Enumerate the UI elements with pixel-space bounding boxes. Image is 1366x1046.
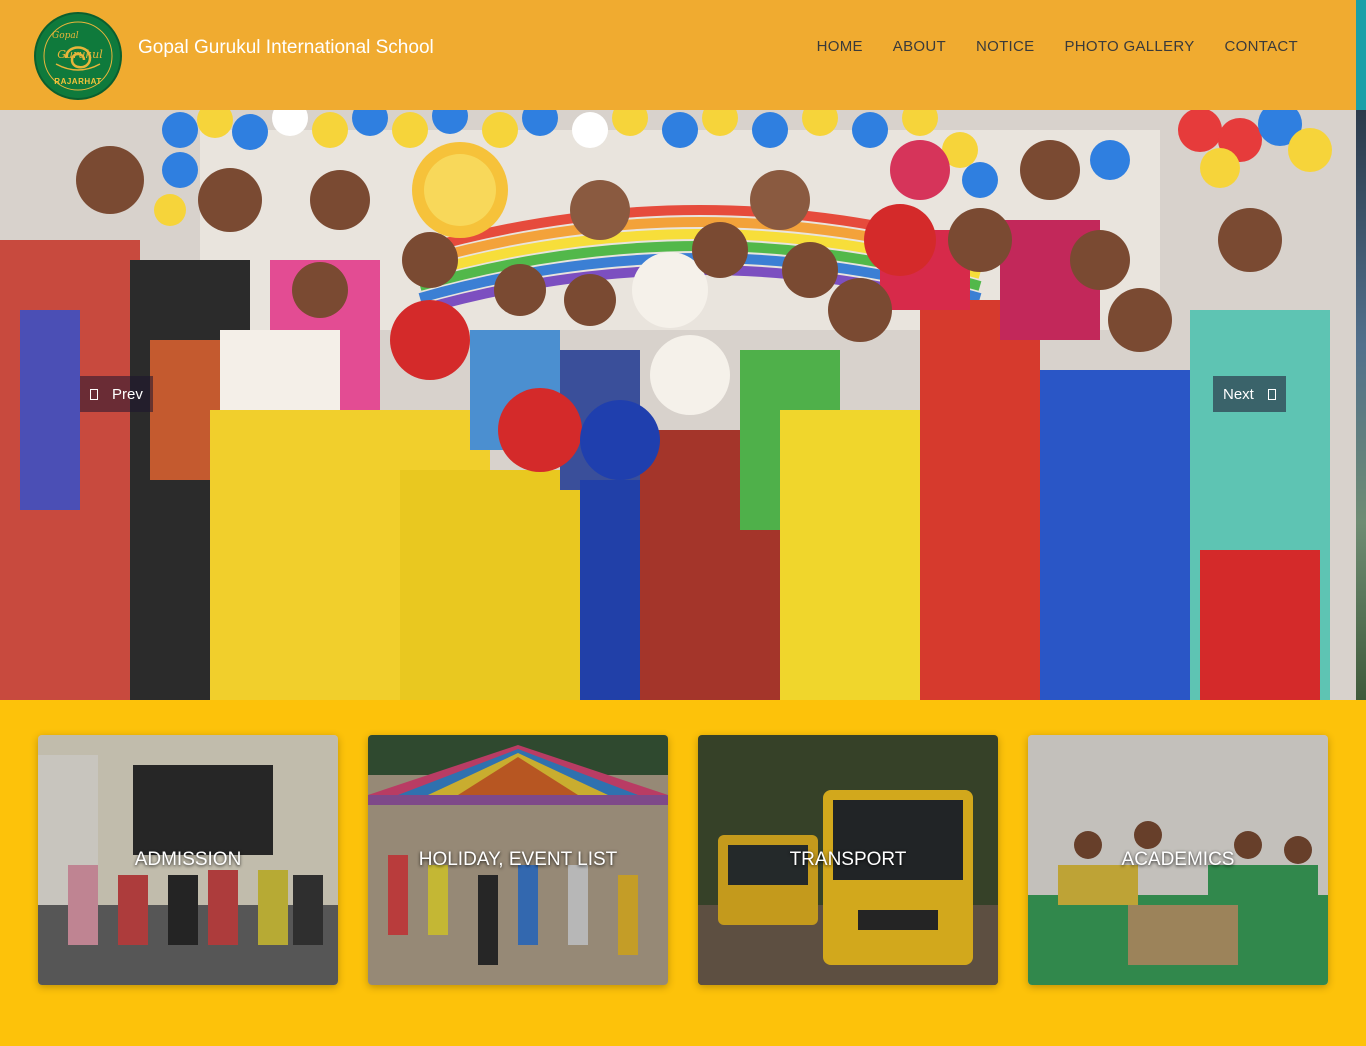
card-holiday-label: HOLIDAY, EVENT LIST [418,849,618,870]
chevron-right-icon [1267,388,1276,400]
feature-cards: ADMISSION HOLIDAY, EVENT LIST TRANSPORT … [38,735,1328,985]
hero-next-slide-preview [1356,110,1366,700]
site-header: Gopal Gurukul RAJARHAT Gopal Gurukul Int… [0,0,1366,110]
slider-next-button[interactable]: Next [1213,376,1286,412]
nav-item-about[interactable]: ABOUT [893,38,946,55]
logo-text-main: Gurukul [57,48,103,61]
card-academics[interactable]: ACADEMICS [1028,735,1328,985]
main-nav: HOME ABOUT NOTICE PHOTO GALLERY CONTACT [817,38,1298,55]
logo-text-top: Gopal [52,31,79,41]
card-academics-label: ACADEMICS [1121,849,1235,870]
card-admission[interactable]: ADMISSION [38,735,338,985]
card-transport[interactable]: TRANSPORT [698,735,998,985]
card-admission-label: ADMISSION [134,849,242,870]
nav-item-home[interactable]: HOME [817,38,863,55]
scrollbar[interactable] [1356,0,1366,110]
slider-prev-button[interactable]: Prev [80,376,153,412]
site-title[interactable]: Gopal Gurukul International School [138,37,434,59]
card-transport-label: TRANSPORT [789,849,907,870]
card-holiday-event-list[interactable]: HOLIDAY, EVENT LIST [368,735,668,985]
hero-slide-image [0,110,1356,700]
nav-item-photo-gallery[interactable]: PHOTO GALLERY [1064,38,1194,55]
nav-item-contact[interactable]: CONTACT [1225,38,1298,55]
school-logo[interactable]: Gopal Gurukul RAJARHAT [34,12,122,100]
chevron-left-icon [90,388,98,400]
hero-slider [0,110,1356,700]
logo-caption: RAJARHAT [54,77,102,86]
nav-item-notice[interactable]: NOTICE [976,38,1034,55]
slider-next-label: Next [1223,385,1254,403]
slider-prev-label: Prev [112,385,143,403]
